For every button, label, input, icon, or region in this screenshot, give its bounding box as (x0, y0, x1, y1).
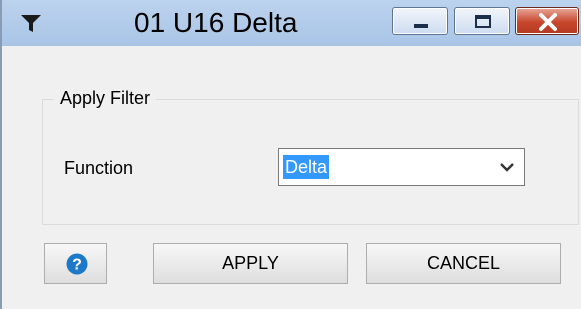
cancel-button[interactable]: CANCEL (366, 243, 561, 284)
filter-funnel-icon (21, 15, 41, 32)
minimize-button[interactable] (392, 7, 448, 35)
window-title: 01 U16 Delta (134, 7, 298, 38)
function-label: Function (64, 158, 134, 178)
svg-text:?: ? (72, 257, 82, 274)
close-icon (539, 13, 557, 31)
minimize-icon (414, 24, 428, 28)
help-icon: ? (66, 253, 88, 275)
apply-button[interactable]: APPLY (153, 243, 348, 284)
group-title: Apply Filter (54, 86, 157, 110)
help-button[interactable]: ? (44, 243, 107, 284)
function-select[interactable]: Delta (278, 148, 525, 186)
function-select-value: Delta (283, 155, 330, 179)
filter-dialog-window: 01 U16 Delta Apply Filter Function Delta (0, 0, 581, 309)
title-bar[interactable]: 01 U16 Delta (2, 0, 581, 46)
maximize-icon (475, 15, 491, 28)
close-button[interactable] (515, 7, 579, 35)
maximize-button[interactable] (454, 7, 510, 35)
chevron-down-icon[interactable] (500, 162, 514, 172)
